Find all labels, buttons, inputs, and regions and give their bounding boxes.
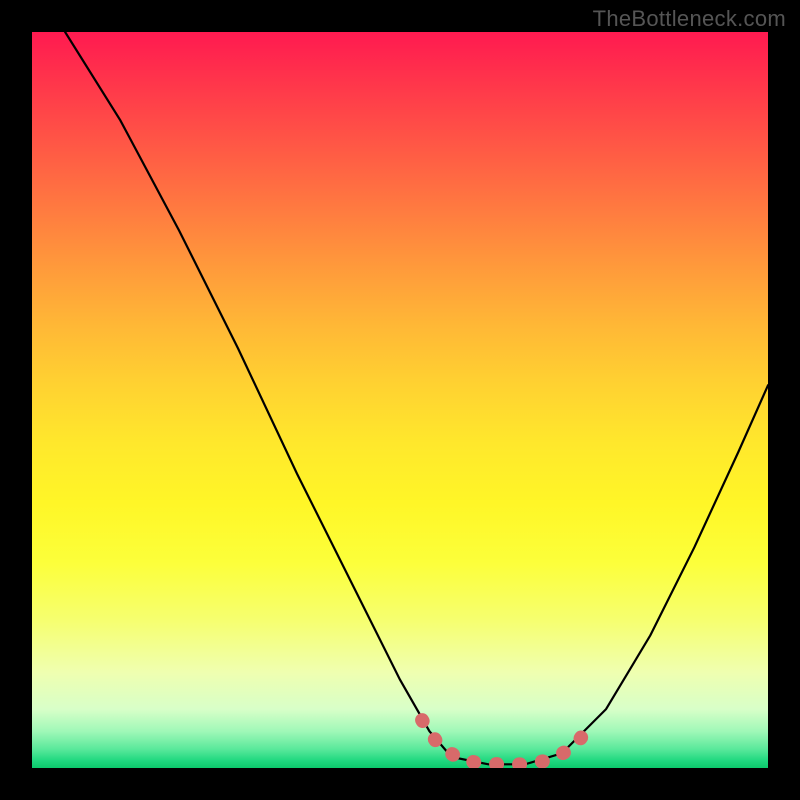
chart-svg bbox=[32, 32, 768, 768]
watermark-text: TheBottleneck.com bbox=[593, 6, 786, 32]
highlight-segment bbox=[422, 720, 591, 764]
chart-canvas bbox=[32, 32, 768, 768]
bottleneck-curve bbox=[65, 32, 768, 764]
